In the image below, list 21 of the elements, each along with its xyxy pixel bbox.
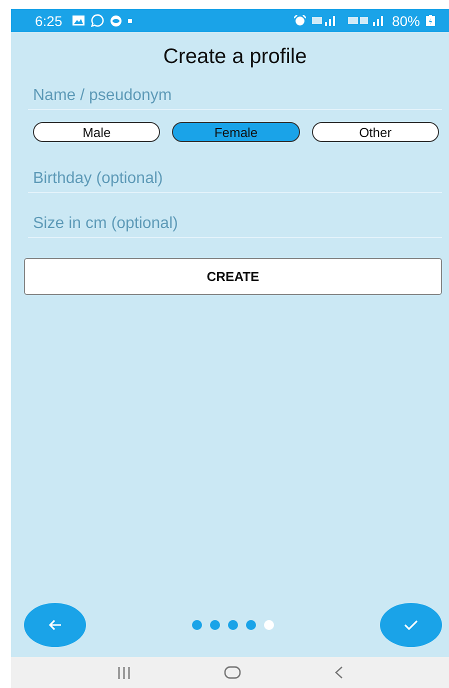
back-icon[interactable] — [334, 666, 343, 679]
chat-bubble-icon — [91, 14, 104, 27]
circle-icon — [110, 14, 122, 26]
image-icon — [72, 15, 86, 26]
signal-icon — [348, 15, 384, 26]
gender-option[interactable]: Female — [172, 122, 300, 142]
gender-option[interactable]: Male — [33, 122, 160, 142]
battery-percent: 80% — [392, 12, 420, 28]
text-field[interactable]: Name / pseudonym — [28, 79, 442, 110]
page-title: Create a profile — [162, 45, 308, 69]
gender-option[interactable]: Other — [312, 122, 439, 142]
text-field[interactable]: Size in cm (optional) — [28, 207, 442, 238]
status-time: 6:25 — [35, 12, 62, 28]
back-arrow-icon — [48, 619, 62, 631]
recent-apps-icon[interactable] — [117, 666, 132, 678]
create-button[interactable]: CREATE — [24, 258, 442, 295]
text-field[interactable]: Birthday (optional) — [28, 162, 442, 193]
battery-icon — [426, 15, 435, 26]
alarm-icon — [294, 15, 306, 26]
checkmark-icon — [404, 620, 418, 630]
home-icon[interactable] — [224, 666, 241, 679]
